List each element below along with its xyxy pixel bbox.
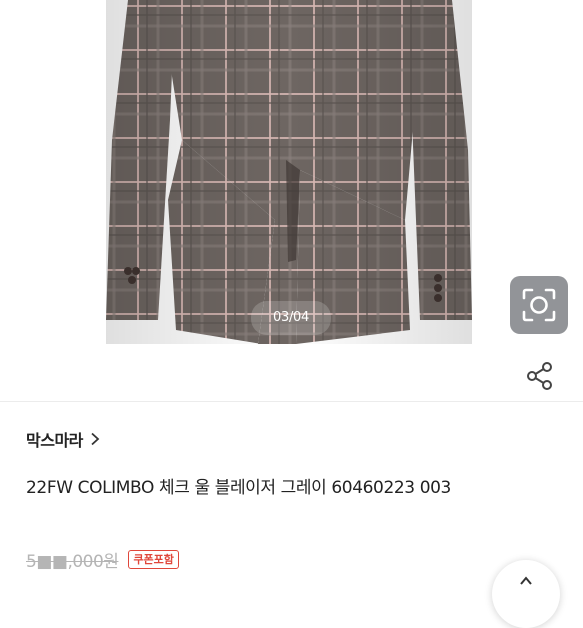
product-image-gallery[interactable]: 03/04 (0, 0, 583, 344)
share-button[interactable] (524, 360, 556, 392)
chevron-right-icon (91, 432, 100, 446)
brand-link[interactable]: 막스마라 (26, 427, 101, 451)
chevron-up-icon (520, 576, 532, 585)
brand-name: 막스마라 (26, 431, 83, 450)
coupon-badge: 쿠폰포함 (128, 549, 179, 569)
lens-search-button[interactable] (510, 276, 568, 334)
camera-lens-search-icon (522, 288, 556, 322)
scroll-top-button[interactable] (492, 560, 560, 628)
section-divider (0, 401, 583, 402)
original-price: 5■■,000원 (26, 551, 119, 572)
product-photo (106, 0, 472, 344)
share-icon (527, 362, 552, 390)
image-counter: 03/04 (251, 301, 331, 335)
product-title: 22FW COLIMBO 체크 울 블레이저 그레이 60460223 003 (26, 478, 451, 498)
price-row: 5■■,000원 쿠폰포함 (26, 547, 179, 572)
